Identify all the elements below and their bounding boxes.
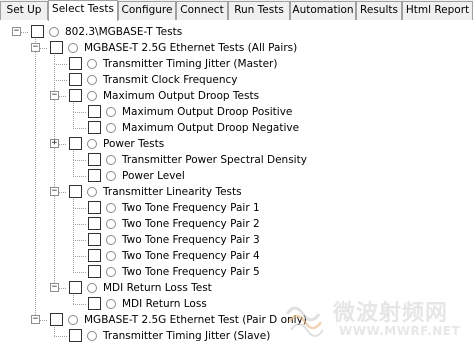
mwrf-logo-icon <box>285 306 324 337</box>
tree-item[interactable]: Maximum Output Droop Negative <box>0 120 470 136</box>
tree-item[interactable]: − Maximum Output Droop Tests <box>0 88 470 104</box>
watermark-title: 微波射频网 <box>333 301 449 326</box>
tree-item[interactable]: Two Tone Frequency Pair 4 <box>0 248 470 264</box>
tab-automation[interactable]: Automation <box>290 1 356 20</box>
tree-item-checkbox[interactable] <box>50 41 63 54</box>
tree-item-checkbox[interactable] <box>50 313 63 326</box>
tree-item-label: Transmitter Timing Jitter (Master) <box>103 58 278 70</box>
tree-item[interactable]: Two Tone Frequency Pair 5 <box>0 264 470 280</box>
tree-item[interactable]: Power Level <box>0 168 470 184</box>
tree-item[interactable]: − Transmitter Linearity Tests <box>0 184 470 200</box>
tree-item-label: MDI Return Loss <box>122 298 207 310</box>
status-circle-icon <box>87 331 97 341</box>
tree-item-label: MGBASE-T 2.5G Ethernet Test (Pair D only… <box>84 314 307 326</box>
tree-item-checkbox[interactable] <box>88 265 101 278</box>
collapse-icon[interactable]: − <box>31 315 40 324</box>
status-circle-icon <box>106 299 116 309</box>
tree-item-label: Transmitter Timing Jitter (Slave) <box>103 330 271 342</box>
tree-item[interactable]: − MGBASE-T 2.5G Ethernet Tests (All Pairs… <box>0 40 470 56</box>
tree-item-checkbox[interactable] <box>88 121 101 134</box>
tree-item[interactable]: Two Tone Frequency Pair 1 <box>0 200 470 216</box>
tree-item[interactable]: Transmitter Timing Jitter (Master) <box>0 56 470 72</box>
watermark-logo: 微波射频网 WWW.MWRF.NET <box>279 294 467 342</box>
tab-run-tests[interactable]: Run Tests <box>228 1 290 20</box>
expand-icon[interactable]: + <box>50 139 59 148</box>
tree-item-label: MDI Return Loss Test <box>103 282 212 294</box>
status-circle-icon <box>106 203 116 213</box>
tree-item-label: Power Tests <box>103 138 165 150</box>
tree-item[interactable]: + Power Tests <box>0 136 470 152</box>
tab-bar: Set Up Select Tests Configure Connect Run Te… <box>0 0 473 21</box>
tree-item-checkbox[interactable] <box>69 57 82 70</box>
tree-item-label: Two Tone Frequency Pair 2 <box>122 218 260 230</box>
collapse-icon[interactable]: − <box>50 187 59 196</box>
tree-item-label: MGBASE-T 2.5G Ethernet Tests (All Pairs) <box>84 42 298 54</box>
tab-select-tests[interactable]: Select Tests <box>48 0 118 21</box>
status-circle-icon <box>106 123 116 133</box>
tree-item-checkbox[interactable] <box>88 249 101 262</box>
tree-item-label: 802.3\MGBASE-T Tests <box>65 26 183 38</box>
tree-item-checkbox[interactable] <box>69 281 82 294</box>
tab-results[interactable]: Results <box>356 1 402 20</box>
tree-item-label: Power Level <box>122 170 185 182</box>
tree-item[interactable]: Transmit Clock Frequency <box>0 72 470 88</box>
tab-configure[interactable]: Configure <box>118 1 176 20</box>
tab-html-report[interactable]: Html Report <box>402 1 473 20</box>
tree-item-label: Maximum Output Droop Tests <box>103 90 260 102</box>
collapse-icon[interactable]: − <box>12 27 21 36</box>
tree-item-checkbox[interactable] <box>88 217 101 230</box>
status-circle-icon <box>87 283 97 293</box>
tree-item-checkbox[interactable] <box>69 185 82 198</box>
tree-item-checkbox[interactable] <box>88 105 101 118</box>
tree-item[interactable]: Two Tone Frequency Pair 2 <box>0 216 470 232</box>
status-circle-icon <box>106 267 116 277</box>
status-circle-icon <box>87 187 97 197</box>
tree-item-label: Transmit Clock Frequency <box>103 74 238 86</box>
tree-item-checkbox[interactable] <box>88 169 101 182</box>
tree-item-label: Two Tone Frequency Pair 1 <box>122 202 260 214</box>
tree-item-checkbox[interactable] <box>31 25 44 38</box>
tree-item-checkbox[interactable] <box>88 297 101 310</box>
tree-item-checkbox[interactable] <box>69 329 82 342</box>
tree-item-label: Transmitter Linearity Tests <box>103 186 242 198</box>
status-circle-icon <box>68 43 78 53</box>
status-circle-icon <box>87 139 97 149</box>
tree-item-label: Two Tone Frequency Pair 3 <box>122 234 260 246</box>
tree-item[interactable]: Transmitter Power Spectral Density <box>0 152 470 168</box>
status-circle-icon <box>87 91 97 101</box>
watermark-url: WWW.MWRF.NET <box>339 324 461 338</box>
tree-item-label: Maximum Output Droop Negative <box>122 122 300 134</box>
status-circle-icon <box>87 75 97 85</box>
tree-item-label: Transmitter Power Spectral Density <box>122 154 307 166</box>
status-circle-icon <box>87 59 97 69</box>
status-circle-icon <box>106 155 116 165</box>
tree-item[interactable]: − 802.3\MGBASE-T Tests <box>0 24 470 40</box>
status-circle-icon <box>106 251 116 261</box>
status-circle-icon <box>106 235 116 245</box>
tree-item-checkbox[interactable] <box>88 201 101 214</box>
collapse-icon[interactable]: − <box>50 283 59 292</box>
collapse-icon[interactable]: − <box>31 43 40 52</box>
tree-item-checkbox[interactable] <box>88 153 101 166</box>
status-circle-icon <box>106 107 116 117</box>
collapse-icon[interactable]: − <box>50 91 59 100</box>
tree-item[interactable]: Maximum Output Droop Positive <box>0 104 470 120</box>
tree-item-checkbox[interactable] <box>69 137 82 150</box>
tree-item[interactable]: Two Tone Frequency Pair 3 <box>0 232 470 248</box>
status-circle-icon <box>106 171 116 181</box>
status-circle-icon <box>106 219 116 229</box>
tree-item-checkbox[interactable] <box>69 73 82 86</box>
tree-item-label: Two Tone Frequency Pair 4 <box>122 250 260 262</box>
status-circle-icon <box>68 315 78 325</box>
tree-item-checkbox[interactable] <box>88 233 101 246</box>
tab-connect[interactable]: Connect <box>176 1 228 20</box>
status-circle-icon <box>49 27 59 37</box>
tree-item-checkbox[interactable] <box>69 89 82 102</box>
tree-item-label: Maximum Output Droop Positive <box>122 106 293 118</box>
tab-set-up[interactable]: Set Up <box>0 1 48 20</box>
tree-item-label: Two Tone Frequency Pair 5 <box>122 266 260 278</box>
